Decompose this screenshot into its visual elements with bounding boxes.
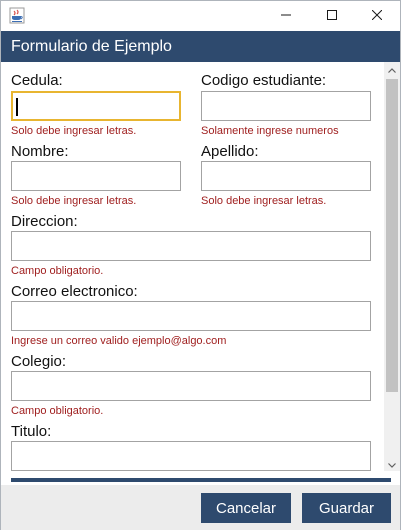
form-header: Formulario de Ejemplo	[1, 31, 400, 62]
codigo-input[interactable]	[202, 92, 370, 120]
correo-field[interactable]	[11, 301, 371, 331]
close-icon	[371, 7, 383, 25]
titulo-label: Titulo:	[11, 423, 52, 440]
cedula-label: Cedula:	[11, 72, 63, 89]
apellido-hint: Solo debe ingresar letras.	[201, 195, 327, 207]
apellido-input[interactable]	[202, 162, 370, 190]
form-title: Formulario de Ejemplo	[11, 38, 172, 55]
correo-input[interactable]	[12, 302, 370, 330]
colegio-hint: Campo obligatorio.	[11, 405, 104, 417]
apellido-label: Apellido:	[201, 143, 259, 160]
scroll-thumb[interactable]	[386, 79, 398, 392]
scroll-down-button[interactable]	[384, 457, 400, 471]
nombre-hint: Solo debe ingresar letras.	[11, 195, 137, 207]
title-bar[interactable]	[1, 1, 400, 31]
chevron-down-icon	[388, 455, 396, 473]
maximize-icon	[327, 7, 337, 25]
form-panel: Cedula: Solo debe ingresar letras. Codig…	[1, 62, 384, 471]
codigo-label: Codigo estudiante:	[201, 72, 327, 89]
apellido-field[interactable]	[201, 161, 371, 191]
nombre-label: Nombre:	[11, 143, 69, 160]
cedula-field[interactable]	[11, 91, 181, 121]
titulo-input[interactable]	[12, 442, 370, 470]
direccion-label: Direccion:	[11, 213, 78, 230]
nombre-input[interactable]	[12, 162, 180, 190]
codigo-field[interactable]	[201, 91, 371, 121]
minimize-button[interactable]	[263, 1, 309, 31]
scroll-up-button[interactable]	[384, 62, 400, 76]
cedula-input[interactable]	[13, 93, 179, 119]
save-button[interactable]: Guardar	[302, 493, 391, 523]
text-caret	[16, 98, 18, 116]
codigo-hint: Solamente ingrese numeros	[201, 125, 339, 137]
footer-divider	[11, 478, 391, 482]
app-window: Formulario de Ejemplo Cedula: Solo debe …	[0, 0, 401, 530]
direccion-input[interactable]	[12, 232, 370, 260]
correo-label: Correo electronico:	[11, 283, 138, 300]
colegio-input[interactable]	[12, 372, 370, 400]
colegio-field[interactable]	[11, 371, 371, 401]
direccion-hint: Campo obligatorio.	[11, 265, 104, 277]
vertical-scrollbar[interactable]	[384, 62, 400, 471]
chevron-up-icon	[388, 60, 396, 78]
minimize-icon	[281, 7, 291, 25]
titulo-field[interactable]	[11, 441, 371, 471]
cancel-button[interactable]: Cancelar	[201, 493, 291, 523]
nombre-field[interactable]	[11, 161, 181, 191]
java-cup-icon	[9, 7, 25, 24]
colegio-label: Colegio:	[11, 353, 67, 370]
direccion-field[interactable]	[11, 231, 371, 261]
close-button[interactable]	[354, 1, 400, 31]
correo-hint: Ingrese un correo valido ejemplo@algo.co…	[11, 335, 227, 347]
button-bar: Cancelar Guardar	[1, 485, 400, 530]
maximize-button[interactable]	[309, 1, 355, 31]
cedula-hint: Solo debe ingresar letras.	[11, 125, 137, 137]
